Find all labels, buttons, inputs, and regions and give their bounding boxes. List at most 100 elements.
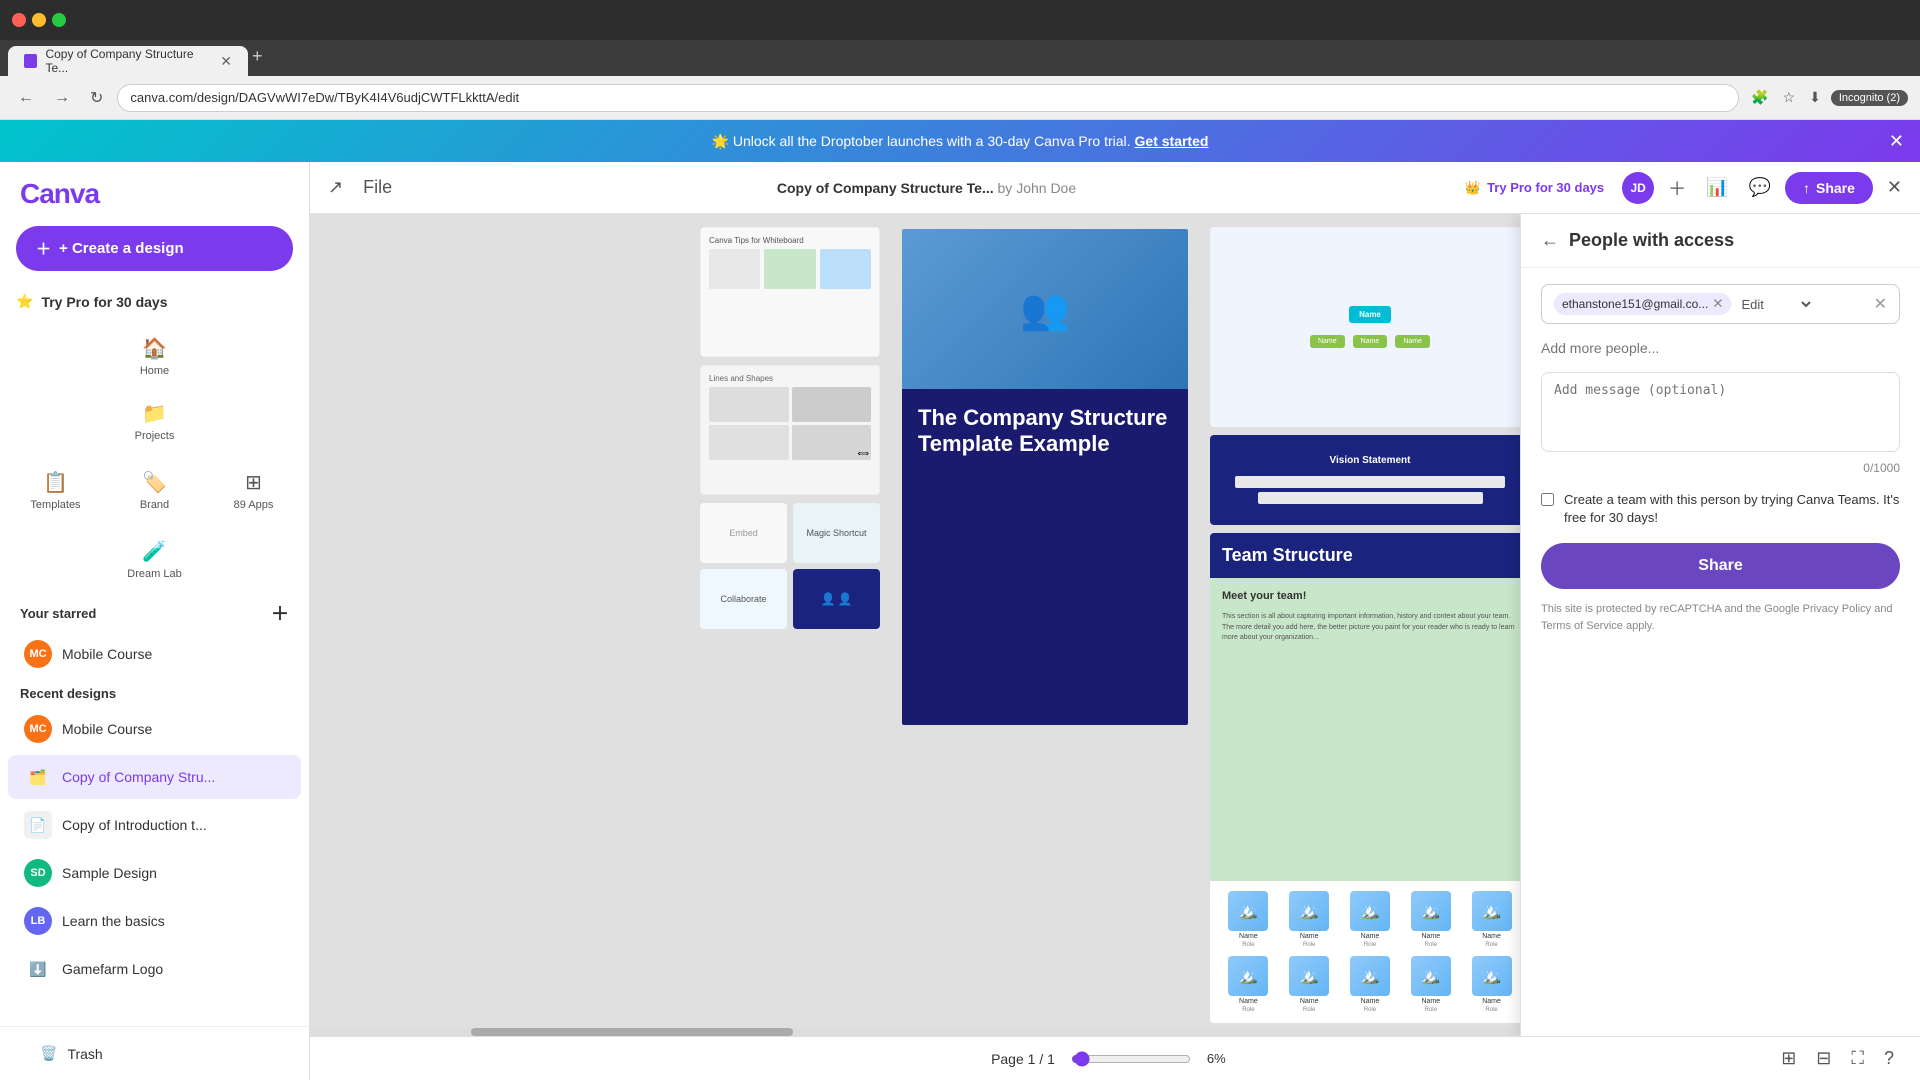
analytics-icon[interactable]: 📊 <box>1700 171 1734 204</box>
try-pro-header-label: Try Pro for 30 days <box>1487 180 1604 195</box>
sidebar-item-apps-label: 89 Apps <box>234 499 274 511</box>
mini-thumb-embed[interactable]: Embed <box>700 503 787 563</box>
promo-cta[interactable]: Get started <box>1135 133 1209 149</box>
line-cell-3 <box>709 425 789 460</box>
sidebar-item-home[interactable]: 🏠 Home <box>8 326 301 387</box>
grid-view-icon[interactable]: ⊞ <box>1775 1042 1802 1075</box>
editor-toolbar-right: 👑 Try Pro for 30 days JD ＋ 📊 💬 ↑ Share ✕ <box>1455 169 1908 207</box>
share-submit-button[interactable]: Share <box>1541 543 1900 589</box>
fullscreen-icon[interactable]: ⛶ <box>1845 1042 1870 1075</box>
remove-email-chip-btn[interactable]: ✕ <box>1712 296 1723 312</box>
sidebar-item-projects[interactable]: 📁 Projects <box>8 391 301 452</box>
extensions-icon[interactable]: 🧩 <box>1747 85 1772 110</box>
add-collaborator-icon[interactable]: ＋ <box>1662 169 1692 207</box>
wt-cell-1 <box>709 249 760 289</box>
add-more-people-input[interactable] <box>1541 336 1900 360</box>
cs-text-area: The Company Structure Template Example <box>902 389 1188 725</box>
browser-tab[interactable]: Copy of Company Structure Te... ✕ <box>8 46 248 76</box>
add-starred-icon[interactable]: ＋ <box>271 600 289 626</box>
lines-shapes-thumbnail[interactable]: Lines and Shapes ⟺ <box>700 365 880 495</box>
forward-nav-btn[interactable]: → <box>48 85 76 111</box>
sidebar-item-mobile-course-starred[interactable]: MC Mobile Course <box>8 632 301 676</box>
minimize-window-btn[interactable] <box>32 13 46 27</box>
footer-icons: ⊞ ⊟ ⛶ ? <box>1775 1042 1900 1075</box>
user-avatar[interactable]: JD <box>1622 172 1654 204</box>
share-panel-header: ← People with access <box>1521 214 1920 268</box>
url-bar[interactable] <box>117 84 1739 112</box>
company-structure-preview[interactable]: 👥 The Company Structure Template Example <box>900 227 1190 727</box>
trash-item[interactable]: 🗑️ Trash <box>24 1037 285 1070</box>
line-cell-1 <box>709 387 789 422</box>
share-panel-back-btn[interactable]: ← <box>1541 230 1559 251</box>
sidebar-item-company-structure[interactable]: 🗂️ Copy of Company Stru... <box>8 755 301 799</box>
file-menu-btn[interactable]: File <box>357 171 398 204</box>
editor-footer: Page 1 / 1 6% ⊞ ⊟ ⛶ ? <box>310 1036 1920 1080</box>
document-title: Copy of Company Structure Te... <box>777 180 994 196</box>
sidebar-item-sample-design[interactable]: SD Sample Design <box>8 851 301 895</box>
person-4: 🏔️ Name Role <box>1402 891 1459 948</box>
person-9: 🏔️ Name Role <box>1402 956 1459 1013</box>
sidebar-nav-row: 📋 Templates 🏷️ Brand ⊞ 89 Apps <box>0 454 309 527</box>
download-icon[interactable]: ⬇ <box>1805 85 1825 110</box>
vision-statement-preview[interactable]: Vision Statement <box>1210 435 1530 525</box>
sidebar-item-introduction[interactable]: 📄 Copy of Introduction t... <box>8 803 301 847</box>
create-design-button[interactable]: ＋ + Create a design <box>16 226 293 271</box>
document-author: by John Doe <box>998 180 1077 196</box>
vision-bar-1 <box>1235 476 1505 488</box>
sidebar-item-dreamlab[interactable]: 🧪 Dream Lab <box>8 529 301 590</box>
person-3: 🏔️ Name Role <box>1342 891 1399 948</box>
team-structure-title: Team Structure <box>1222 545 1518 566</box>
try-pro-header-btn[interactable]: 👑 Try Pro for 30 days <box>1455 174 1614 202</box>
share-button[interactable]: ↑ Share <box>1785 172 1873 204</box>
trash-icon: 🗑️ <box>40 1045 57 1062</box>
sidebar-item-gamefarm[interactable]: ⬇️ Gamefarm Logo <box>8 947 301 991</box>
mobile-course-starred-label: Mobile Course <box>62 646 152 662</box>
sidebar-item-brand[interactable]: 🏷️ Brand <box>115 460 194 521</box>
help-icon[interactable]: ? <box>1878 1042 1900 1075</box>
refresh-nav-btn[interactable]: ↻ <box>84 84 109 112</box>
whiteboard-thumbnail[interactable]: Canva Tips for Whiteboard <box>700 227 880 357</box>
editor-wrapper: ↗ File Copy of Company Structure Te... b… <box>310 162 1920 1080</box>
zoom-slider[interactable] <box>1071 1051 1191 1067</box>
person-8-photo: 🏔️ <box>1350 956 1390 996</box>
gamefarm-label: Gamefarm Logo <box>62 961 163 977</box>
create-design-label: + Create a design <box>59 240 184 257</box>
sidebar-item-learn-basics[interactable]: LB Learn the basics <box>8 899 301 943</box>
sidebar-logo: Canva <box>0 162 309 218</box>
sidebar-item-templates[interactable]: 📋 Templates <box>16 460 95 521</box>
close-window-btn[interactable] <box>12 13 26 27</box>
permission-dropdown[interactable]: Edit View Comment <box>1737 296 1814 313</box>
try-pro-sidebar-item[interactable]: ⭐ Try Pro for 30 days <box>16 287 293 316</box>
mobile-course-avatar: MC <box>24 640 52 668</box>
external-link-icon[interactable]: ↗ <box>322 171 349 204</box>
maximize-window-btn[interactable] <box>52 13 66 27</box>
new-tab-button[interactable]: + <box>252 46 263 67</box>
back-nav-btn[interactable]: ← <box>12 85 40 111</box>
close-editor-icon[interactable]: ✕ <box>1881 171 1908 204</box>
team-structure-preview[interactable]: Team Structure Meet your team! This sect… <box>1210 533 1530 1023</box>
person-10-photo: 🏔️ <box>1472 956 1512 996</box>
sidebar-nav: 🏠 Home 📁 Projects <box>0 324 309 454</box>
sidebar-item-brand-label: Brand <box>140 499 169 511</box>
message-textarea[interactable] <box>1541 372 1900 452</box>
clear-email-btn[interactable]: ✕ <box>1874 294 1887 314</box>
browser-chrome <box>0 0 1920 40</box>
org-chart-preview[interactable]: Name Name Name Name <box>1210 227 1530 427</box>
char-count: 0/1000 <box>1541 461 1900 475</box>
promo-close-btn[interactable]: ✕ <box>1889 131 1904 152</box>
tab-close-btn[interactable]: ✕ <box>220 53 232 70</box>
person-6-name: Name <box>1239 998 1258 1005</box>
comments-icon[interactable]: 💬 <box>1743 171 1777 204</box>
bookmark-icon[interactable]: ☆ <box>1779 85 1800 110</box>
mini-thumb-magic[interactable]: Magic Shortcut <box>793 503 880 563</box>
person-2-role: Role <box>1303 942 1315 948</box>
tiles-view-icon[interactable]: ⊟ <box>1810 1042 1837 1075</box>
promo-banner: 🌟 Unlock all the Droptober launches with… <box>0 120 1920 162</box>
create-plus-icon: ＋ <box>36 238 51 259</box>
team-checkbox[interactable] <box>1541 493 1554 506</box>
dark-thumb-faces: 👤 👤 <box>821 592 853 606</box>
sidebar-item-apps[interactable]: ⊞ 89 Apps <box>214 460 293 521</box>
mini-thumb-collaborate[interactable]: Collaborate <box>700 569 787 629</box>
mini-thumb-dark[interactable]: 👤 👤 <box>793 569 880 629</box>
sidebar-item-mobile-course[interactable]: MC Mobile Course <box>8 707 301 751</box>
